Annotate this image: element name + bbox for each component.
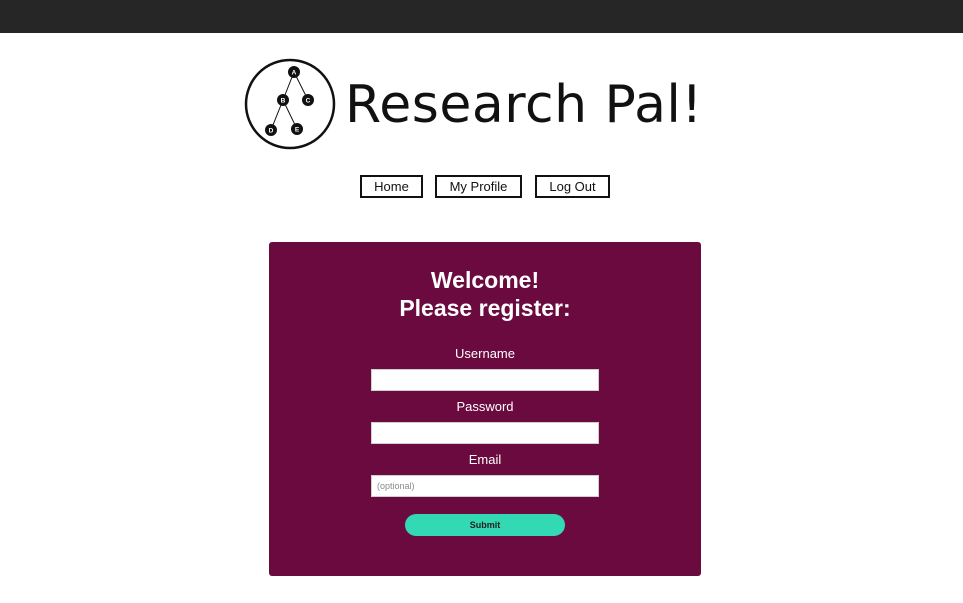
- register-title: Welcome! Please register:: [269, 266, 701, 322]
- username-input[interactable]: [371, 369, 599, 391]
- main-nav: Home My Profile Log Out: [0, 175, 963, 199]
- nav-my-profile-button[interactable]: My Profile: [435, 175, 522, 198]
- password-input[interactable]: [371, 422, 599, 444]
- register-card: Welcome! Please register: Username Passw…: [269, 242, 701, 576]
- tree-node-e: E: [295, 127, 300, 134]
- username-label: Username: [455, 346, 515, 361]
- email-input[interactable]: [371, 475, 599, 497]
- submit-button[interactable]: Submit: [405, 514, 565, 536]
- tree-logo-icon: A B C D E: [244, 58, 336, 150]
- tree-node-b: B: [281, 98, 286, 105]
- brand-name: Research Pal!: [345, 75, 703, 135]
- password-label: Password: [456, 399, 514, 414]
- logo: A B C D E Research Pal!: [243, 57, 733, 151]
- title-line-welcome: Welcome!: [430, 267, 540, 293]
- email-label: Email: [468, 452, 502, 467]
- tree-node-d: D: [269, 128, 274, 135]
- top-bar: [0, 0, 963, 33]
- tree-node-c: C: [306, 98, 311, 105]
- title-line-please-register: Please register:: [399, 295, 571, 321]
- tree-node-a: A: [292, 70, 297, 77]
- nav-home-button[interactable]: Home: [360, 175, 423, 198]
- nav-log-out-button[interactable]: Log Out: [535, 175, 610, 198]
